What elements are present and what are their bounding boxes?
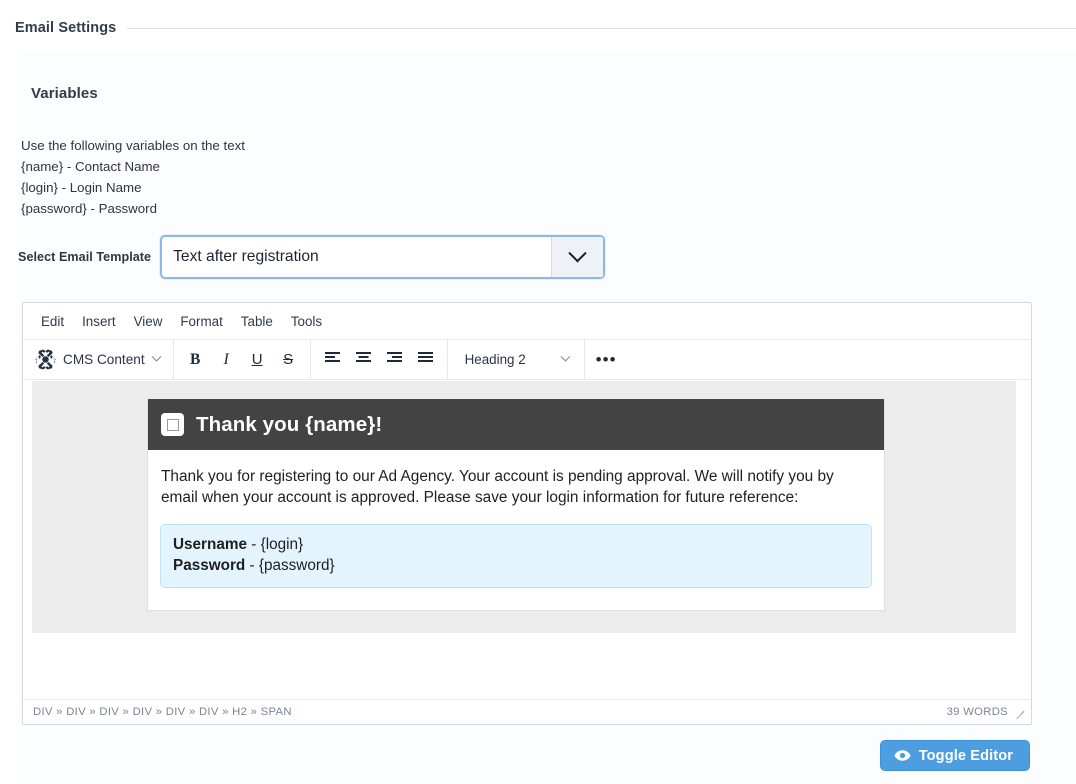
credential-username-row: Username - {login} — [173, 535, 859, 556]
email-preview-card: Thank you {name}! Thank you for register… — [147, 399, 885, 611]
align-justify-button[interactable] — [411, 345, 440, 374]
email-card-body: Thank you for registering to our Ad Agen… — [148, 450, 884, 610]
credential-password-separator: - — [245, 556, 259, 574]
italic-button[interactable]: I — [212, 345, 241, 374]
menu-tools[interactable]: Tools — [282, 310, 331, 333]
image-placeholder-icon — [161, 413, 184, 436]
variables-help-text: Use the following variables on the text … — [21, 136, 245, 220]
section-legend: Email Settings — [0, 14, 1076, 42]
variables-heading: Variables — [31, 85, 98, 102]
block-format-select[interactable]: Heading 2 — [455, 345, 577, 374]
chevron-down-icon — [151, 351, 162, 362]
editor-toolbar: CMS Content B I U S Heading 2 ••• — [23, 340, 1031, 380]
toolbar-group-format: B I U S — [174, 340, 311, 379]
more-options-button[interactable]: ••• — [592, 345, 621, 374]
toolbar-group-blockformat: Heading 2 — [448, 340, 585, 379]
template-select-toggle[interactable] — [551, 237, 604, 277]
editor-content-area[interactable]: Thank you {name}! Thank you for register… — [23, 380, 1031, 699]
toggle-editor-button[interactable]: Toggle Editor — [879, 740, 1030, 771]
block-format-value: Heading 2 — [464, 352, 526, 367]
align-justify-icon — [417, 350, 434, 370]
editor-statusbar: DIV » DIV » DIV » DIV » DIV » DIV » H2 »… — [23, 699, 1031, 724]
email-card-heading: Thank you {name}! — [196, 412, 383, 436]
email-settings-page: Email Settings Variables Use the followi… — [0, 0, 1076, 784]
menu-insert[interactable]: Insert — [73, 310, 125, 333]
toolbar-group-align — [311, 340, 448, 379]
email-card-header: Thank you {name}! — [148, 399, 884, 450]
settings-panel: Variables Use the following variables on… — [18, 52, 1076, 784]
legend-divider — [127, 27, 1076, 29]
underline-button[interactable]: U — [243, 345, 272, 374]
template-select-label: Select Email Template — [18, 250, 152, 264]
template-select-value[interactable]: Text after registration — [162, 237, 551, 277]
credential-username-separator: - — [246, 536, 261, 553]
credential-password-row: Password - {password} — [173, 556, 859, 577]
credential-password-value: {password} — [258, 556, 335, 574]
variable-password-line: {password} - Password — [21, 200, 157, 216]
toolbar-group-more: ••• — [585, 340, 628, 379]
bold-button[interactable]: B — [181, 345, 210, 374]
chevron-down-icon — [568, 243, 587, 262]
align-left-icon — [324, 350, 341, 370]
align-center-button[interactable] — [349, 345, 378, 374]
template-select[interactable]: Text after registration — [160, 235, 606, 279]
strikethrough-button[interactable]: S — [274, 345, 303, 374]
page-title: Email Settings — [15, 20, 117, 36]
toolbar-group-cms: CMS Content — [23, 340, 174, 379]
variable-login-line: {login} - Login Name — [21, 179, 142, 195]
eye-icon — [894, 749, 911, 762]
align-right-button[interactable] — [380, 345, 409, 374]
menu-format[interactable]: Format — [171, 310, 231, 333]
resize-grip-icon[interactable] — [1014, 707, 1025, 718]
toggle-editor-label: Toggle Editor — [918, 747, 1013, 764]
align-left-button[interactable] — [318, 345, 347, 374]
menu-edit[interactable]: Edit — [32, 310, 73, 333]
rich-text-editor: Edit Insert View Format Table Tools CMS … — [22, 302, 1032, 725]
menu-view[interactable]: View — [125, 310, 172, 333]
credentials-box: Username - {login} Password - {password} — [160, 524, 872, 588]
editor-menubar: Edit Insert View Format Table Tools — [23, 303, 1031, 340]
word-count: 39 WORDS — [946, 706, 1008, 718]
align-center-icon — [355, 350, 372, 370]
variable-name-line: {name} - Contact Name — [21, 158, 160, 174]
element-path[interactable]: DIV » DIV » DIV » DIV » DIV » DIV » H2 »… — [33, 706, 947, 718]
ellipsis-icon: ••• — [595, 349, 617, 369]
email-paragraph: Thank you for registering to our Ad Agen… — [161, 468, 834, 506]
variables-intro: Use the following variables on the text — [21, 138, 245, 153]
template-select-row: Select Email Template Text after registr… — [18, 234, 658, 280]
joomla-logo-icon — [34, 348, 57, 371]
credential-password-label: Password — [173, 556, 246, 574]
cms-content-label: CMS Content — [63, 352, 145, 367]
cms-content-button[interactable]: CMS Content — [30, 345, 166, 374]
credential-username-label: Username — [173, 536, 247, 553]
align-right-icon — [386, 350, 403, 370]
chevron-down-icon — [560, 351, 571, 362]
menu-table[interactable]: Table — [232, 310, 282, 333]
credential-username-value: {login} — [260, 536, 304, 553]
